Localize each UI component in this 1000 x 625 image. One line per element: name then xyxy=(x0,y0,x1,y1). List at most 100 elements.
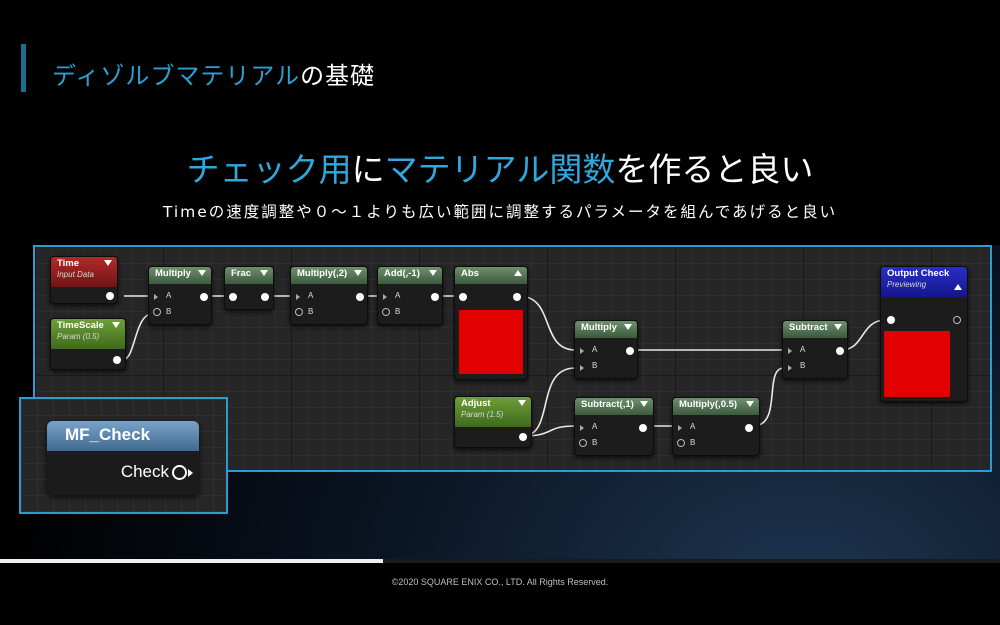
node-abs-header: Abs xyxy=(455,267,527,284)
node-abs-title: Abs xyxy=(461,268,479,279)
headline-part-3: マテリアル関数 xyxy=(384,150,616,189)
headline-part-4: を作ると良い xyxy=(615,150,814,189)
input-pin-icon[interactable] xyxy=(153,308,161,316)
input-pin-icon[interactable] xyxy=(677,439,685,447)
pin-a-label: A xyxy=(308,291,314,300)
output-pin-icon[interactable] xyxy=(519,433,527,441)
pin-b-label: B xyxy=(395,307,401,316)
node-subtract-1-header: Subtract(,1) xyxy=(575,398,653,415)
chevron-down-icon[interactable] xyxy=(429,270,437,276)
output-pin-icon[interactable] xyxy=(626,347,634,355)
pin-b-label: B xyxy=(308,307,314,316)
mf-check-node[interactable]: MF_Check Check xyxy=(47,421,199,495)
pin-b-label: B xyxy=(800,361,806,370)
input-pin-icon[interactable] xyxy=(887,316,895,324)
chevron-down-icon[interactable] xyxy=(354,270,362,276)
output-pin-icon[interactable] xyxy=(261,293,269,301)
output-pin-icon[interactable] xyxy=(113,356,121,364)
input-pin-icon[interactable] xyxy=(579,439,587,447)
exec-arrow-icon xyxy=(678,425,682,431)
node-multiply-2-header: Multiply(,2) xyxy=(291,267,367,284)
node-frac[interactable]: Frac xyxy=(224,266,274,310)
node-subtract-2-header: Subtract xyxy=(783,321,847,338)
node-timescale-subtitle: Param (0.5) xyxy=(57,332,100,341)
input-pin-icon[interactable] xyxy=(459,293,467,301)
chevron-down-icon[interactable] xyxy=(104,260,112,266)
output-pin-icon[interactable] xyxy=(200,293,208,301)
slide-title-highlight: ディゾルブマテリアル xyxy=(52,62,301,90)
headline-part-1: チェック用 xyxy=(186,150,352,189)
pin-a-label: A xyxy=(592,345,598,354)
node-subtract-2-title: Subtract xyxy=(789,322,828,333)
input-pin-icon[interactable] xyxy=(229,293,237,301)
output-pin-icon[interactable] xyxy=(745,424,753,432)
pin-b-label: B xyxy=(166,307,172,316)
node-add-title: Add(,-1) xyxy=(384,268,420,279)
node-adjust-subtitle: Param (1.5) xyxy=(461,410,504,419)
node-subtract-2[interactable]: Subtract A B xyxy=(782,320,848,379)
output-pin-icon[interactable] xyxy=(513,293,521,301)
output-pin-icon[interactable] xyxy=(953,316,961,324)
chevron-down-icon[interactable] xyxy=(746,401,754,407)
chevron-down-icon[interactable] xyxy=(518,400,526,406)
chevron-down-icon[interactable] xyxy=(198,270,206,276)
node-multiply-3[interactable]: Multiply A B xyxy=(574,320,638,379)
output-pin-icon[interactable] xyxy=(836,347,844,355)
node-add-header: Add(,-1) xyxy=(378,267,442,284)
input-pin-icon[interactable] xyxy=(295,308,303,316)
node-time-header: Time Input Data xyxy=(51,257,117,287)
exec-arrow-icon xyxy=(580,425,584,431)
mf-check-title: MF_Check xyxy=(47,421,199,451)
pin-b-label: B xyxy=(592,438,598,447)
output-pin-icon[interactable] xyxy=(356,293,364,301)
node-timescale-header: TimeScale Param (0.5) xyxy=(51,319,125,349)
output-pin-icon[interactable] xyxy=(431,293,439,301)
node-multiply-1[interactable]: Multiply A B xyxy=(148,266,212,325)
output-pin-icon[interactable] xyxy=(106,292,114,300)
copyright: ©2020 SQUARE ENIX CO., LTD. All Rights R… xyxy=(391,577,609,587)
chevron-down-icon[interactable] xyxy=(834,324,842,330)
slide-title: ディゾルブマテリアルの基礎 xyxy=(52,56,375,91)
node-timescale-title: TimeScale xyxy=(57,320,104,331)
pin-b-label: B xyxy=(690,438,696,447)
node-add[interactable]: Add(,-1) A B xyxy=(377,266,443,325)
pin-arrow-icon xyxy=(188,469,193,477)
node-subtract-1[interactable]: Subtract(,1) A B xyxy=(574,397,654,456)
node-time[interactable]: Time Input Data xyxy=(50,256,118,304)
node-timescale[interactable]: TimeScale Param (0.5) xyxy=(50,318,126,370)
abs-preview-swatch xyxy=(459,310,523,374)
node-multiply-4-header: Multiply(,0.5) xyxy=(673,398,759,415)
chevron-down-icon[interactable] xyxy=(640,401,648,407)
chevron-up-icon[interactable] xyxy=(954,284,962,290)
node-adjust-header: Adjust Param (1.5) xyxy=(455,397,531,427)
node-multiply-3-title: Multiply xyxy=(581,322,617,333)
node-abs[interactable]: Abs xyxy=(454,266,528,380)
node-time-subtitle: Input Data xyxy=(57,270,94,279)
exec-arrow-icon xyxy=(788,365,792,371)
node-multiply-1-title: Multiply xyxy=(155,268,191,279)
node-multiply-2-title: Multiply(,2) xyxy=(297,268,348,279)
node-multiply-4[interactable]: Multiply(,0.5) A B xyxy=(672,397,760,456)
node-adjust[interactable]: Adjust Param (1.5) xyxy=(454,396,532,448)
node-output-check[interactable]: Output Check Previewing xyxy=(880,266,968,402)
chevron-down-icon[interactable] xyxy=(112,322,120,328)
output-preview-swatch xyxy=(884,331,950,397)
input-pin-icon[interactable] xyxy=(382,308,390,316)
exec-arrow-icon xyxy=(154,294,158,300)
node-multiply-1-header: Multiply xyxy=(149,267,211,284)
node-frac-header: Frac xyxy=(225,267,273,284)
pin-a-label: A xyxy=(395,291,401,300)
pin-a-label: A xyxy=(166,291,172,300)
node-multiply-2[interactable]: Multiply(,2) A B xyxy=(290,266,368,325)
exec-arrow-icon xyxy=(788,348,792,354)
node-frac-title: Frac xyxy=(231,268,252,279)
node-time-title: Time xyxy=(57,258,80,269)
node-multiply-3-header: Multiply xyxy=(575,321,637,338)
chevron-up-icon[interactable] xyxy=(514,270,522,276)
output-pin-icon[interactable] xyxy=(639,424,647,432)
chevron-down-icon[interactable] xyxy=(624,324,632,330)
chevron-down-icon[interactable] xyxy=(260,270,268,276)
mf-check-output-label: Check xyxy=(120,462,169,481)
output-pin-icon[interactable] xyxy=(172,465,187,480)
footer: ©2020 SQUARE ENIX CO., LTD. All Rights R… xyxy=(0,563,1000,625)
